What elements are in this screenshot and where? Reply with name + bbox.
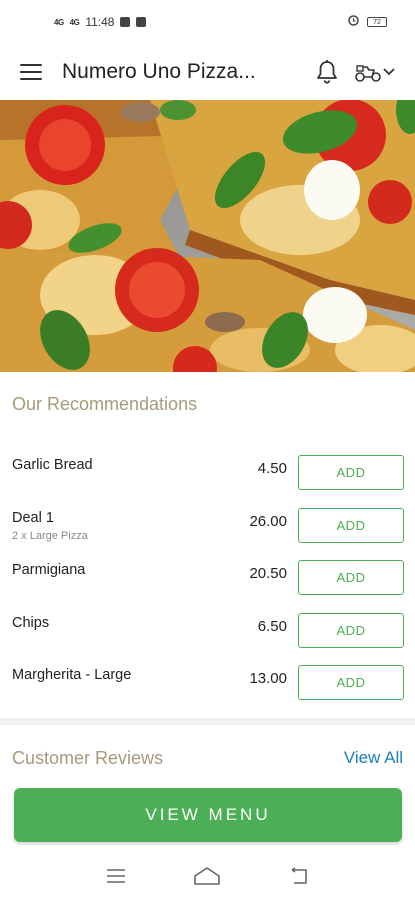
add-button[interactable]: ADD	[298, 560, 404, 595]
recent-apps-button[interactable]	[101, 861, 131, 891]
bell-icon	[317, 60, 337, 84]
item-subtitle: 2 x Large Pizza	[12, 529, 88, 542]
delivery-mode-button[interactable]	[351, 58, 399, 86]
status-bar: 4G 4G 11:48 72	[0, 0, 415, 44]
add-button[interactable]: ADD	[298, 507, 404, 543]
gallery-icon	[136, 17, 147, 27]
status-right: 72	[348, 15, 387, 29]
list-item: Garlic Bread 4.50 ADD	[0, 445, 415, 498]
back-icon	[291, 867, 307, 884]
hamburger-menu-button[interactable]	[20, 64, 42, 80]
signal-indicator-1: 4G	[54, 17, 64, 27]
item-name: Parmigiana	[12, 562, 86, 578]
chevron-down-icon	[383, 68, 395, 76]
item-name: Chips	[12, 614, 50, 631]
page-title: Numero Uno Pizza...	[62, 60, 256, 83]
list-item: Margherita - Large 13.00 ADD	[0, 655, 415, 708]
add-button[interactable]: ADD	[298, 455, 404, 490]
signal-indicator-2: 4G	[69, 17, 80, 27]
alarm-icon	[348, 15, 359, 29]
system-nav-bar	[0, 852, 415, 900]
item-price: 20.50	[249, 565, 287, 582]
back-button[interactable]	[284, 861, 314, 891]
recommendations-list: Garlic Bread 4.50 ADD Deal 1 2 x Large P…	[0, 445, 415, 708]
home-button[interactable]	[192, 861, 222, 891]
item-price: 26.00	[249, 512, 287, 530]
list-item: Parmigiana 20.50 ADD	[0, 550, 415, 603]
battery-icon: 72	[367, 17, 387, 27]
status-left: 4G 4G 11:48	[54, 15, 147, 29]
item-price: 6.50	[257, 617, 287, 635]
recent-apps-icon	[106, 869, 125, 883]
item-name: Garlic Bread	[12, 457, 93, 473]
app-actions	[313, 58, 399, 86]
recommendations-heading: Our Recommendations	[12, 394, 198, 414]
item-price: 4.50	[257, 460, 287, 477]
scooter-icon	[355, 65, 381, 82]
restaurant-banner-image	[0, 100, 415, 372]
notifications-button[interactable]	[313, 58, 341, 86]
add-button[interactable]: ADD	[298, 665, 404, 700]
notification-icon	[120, 17, 131, 27]
section-divider	[0, 718, 415, 725]
list-item: Chips 6.50 ADD	[0, 603, 415, 656]
reviews-heading: Customer Reviews	[12, 748, 164, 768]
list-item: Deal 1 2 x Large Pizza 26.00 ADD	[0, 498, 415, 551]
app-bar: Numero Uno Pizza...	[0, 44, 415, 100]
status-time: 11:48	[85, 15, 115, 29]
add-button[interactable]: ADD	[298, 612, 404, 648]
item-name: Deal 1	[12, 509, 54, 526]
view-all-reviews-link[interactable]: View All	[344, 748, 403, 768]
view-menu-button[interactable]: VIEW MENU	[14, 788, 402, 842]
item-name: Margherita - Large	[12, 667, 132, 683]
home-icon	[194, 867, 221, 885]
hamburger-icon	[20, 64, 42, 66]
item-price: 13.00	[249, 670, 287, 687]
